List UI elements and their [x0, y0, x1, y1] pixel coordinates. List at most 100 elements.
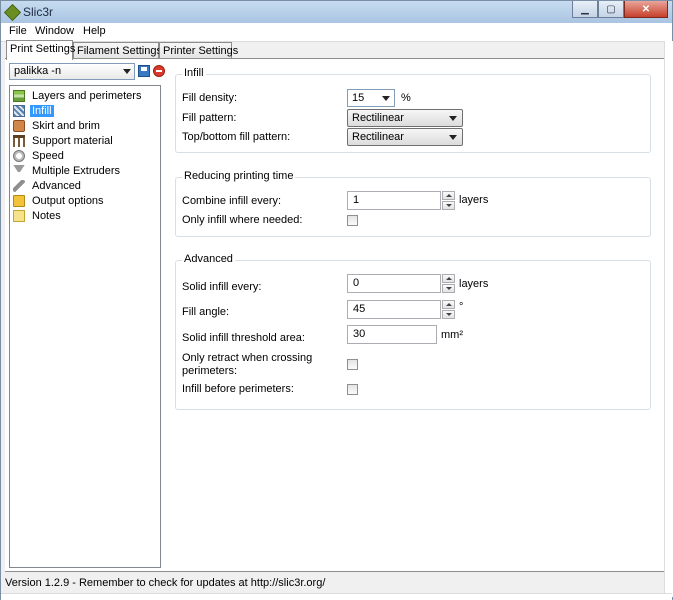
wrench-icon: [13, 179, 25, 192]
tab-printer-settings[interactable]: Printer Settings: [159, 42, 238, 59]
sidebar-item-label: Layers and perimeters: [32, 89, 142, 102]
maximize-button[interactable]: ▢: [598, 1, 624, 18]
chevron-down-icon: [449, 116, 457, 121]
fill-pattern-select[interactable]: Rectilinear: [347, 109, 463, 127]
sidebar-item-label: Skirt and brim: [32, 119, 100, 132]
tab-filament-settings[interactable]: Filament Settings: [73, 42, 162, 59]
infill-before-perimeters-checkbox[interactable]: [347, 384, 358, 395]
combine-infill-label: Combine infill every:: [182, 195, 282, 207]
minimize-button[interactable]: ▁: [572, 1, 598, 18]
solid-infill-threshold-input[interactable]: 30: [347, 325, 437, 344]
infill-icon: [13, 104, 25, 117]
support-icon: [13, 134, 25, 147]
sidebar-item-label: Support material: [32, 134, 113, 147]
sidebar-item-notes[interactable]: Notes: [13, 208, 63, 223]
spin-up-icon[interactable]: [442, 191, 455, 200]
solid-infill-threshold-label: Solid infill threshold area:: [182, 332, 305, 344]
top-bottom-fill-pattern-value: Rectilinear: [352, 131, 404, 143]
only-infill-where-needed-label: Only infill where needed:: [182, 214, 303, 226]
spinner-buttons[interactable]: [442, 300, 456, 319]
fill-pattern-label: Fill pattern:: [182, 112, 237, 124]
solid-infill-every-value: 0: [353, 277, 360, 289]
advanced-group: Advanced Solid infill every: 0 layers Fi…: [175, 253, 651, 410]
sidebar-item-skirt-and-brim[interactable]: Skirt and brim: [13, 118, 102, 133]
fill-density-value: 15: [352, 92, 365, 104]
only-retract-when-crossing-checkbox[interactable]: [347, 359, 358, 370]
spin-down-icon[interactable]: [442, 201, 455, 210]
sidebar-item-layers-and-perimeters[interactable]: Layers and perimeters: [13, 88, 143, 103]
slic3r-logo-icon: [4, 4, 21, 21]
status-bar: Version 1.2.9 - Remember to check for up…: [1, 574, 663, 593]
sidebar-item-label: Infill: [30, 104, 54, 117]
fill-angle-value: 45: [353, 303, 366, 315]
infill-before-perimeters-label: Infill before perimeters:: [182, 383, 294, 395]
fill-angle-label: Fill angle:: [182, 306, 230, 318]
spin-up-icon[interactable]: [442, 274, 455, 283]
window-scrollbar[interactable]: [664, 41, 673, 597]
sidebar-item-label: Notes: [32, 209, 61, 222]
fill-density-label: Fill density:: [182, 92, 238, 104]
reducing-printing-time-group: Reducing printing time Combine infill ev…: [175, 170, 651, 237]
tab-print-settings[interactable]: Print Settings: [6, 40, 75, 60]
sidebar-item-advanced[interactable]: Advanced: [13, 178, 83, 193]
chevron-down-icon: [123, 69, 131, 74]
sidebar-item-output-options[interactable]: Output options: [13, 193, 106, 208]
sidebar-item-speed[interactable]: Speed: [13, 148, 66, 163]
spinner-buttons[interactable]: [442, 191, 456, 210]
sidebar: palikka -n Layers and perimeters Infill …: [5, 59, 165, 571]
only-retract-label-line-2: perimeters:: [182, 365, 238, 377]
only-retract-when-crossing-label: Only retract when crossing perimeters:: [182, 352, 312, 378]
output-icon: [13, 194, 25, 207]
combine-infill-unit: layers: [459, 194, 489, 206]
save-preset-icon[interactable]: [138, 65, 150, 77]
only-retract-label-line-1: Only retract when crossing: [182, 352, 313, 364]
chevron-down-icon: [382, 96, 390, 101]
fill-pattern-value: Rectilinear: [352, 112, 404, 124]
group-title: Infill: [182, 67, 206, 79]
solid-infill-every-spinner[interactable]: 0: [347, 274, 455, 293]
fill-density-unit: %: [401, 92, 411, 104]
sidebar-item-label: Multiple Extruders: [32, 164, 121, 177]
solid-infill-every-unit: layers: [459, 278, 489, 290]
settings-content: Infill Fill density: 15 % Fill pattern: …: [171, 59, 661, 571]
group-title: Advanced: [182, 253, 235, 265]
sidebar-item-label: Advanced: [32, 179, 81, 192]
spin-down-icon[interactable]: [442, 310, 455, 319]
fill-angle-spinner[interactable]: 45: [347, 300, 455, 319]
solid-infill-threshold-value: 30: [353, 328, 366, 340]
window-controls: ▁ ▢ ✕: [572, 1, 668, 19]
skirt-icon: [13, 119, 25, 132]
speed-icon: [13, 149, 25, 162]
menu-file[interactable]: File: [9, 25, 27, 37]
sidebar-item-support-material[interactable]: Support material: [13, 133, 115, 148]
combine-infill-spinner[interactable]: 1: [347, 191, 455, 210]
sidebar-item-infill[interactable]: Infill: [13, 103, 54, 118]
spinner-buttons[interactable]: [442, 274, 456, 293]
sidebar-item-label: Output options: [32, 194, 104, 207]
top-bottom-fill-pattern-select[interactable]: Rectilinear: [347, 128, 463, 146]
window-bottom-edge: [1, 593, 672, 600]
extruder-icon: [13, 164, 25, 177]
solid-infill-every-label: Solid infill every:: [182, 281, 262, 293]
window-title: Slic3r: [23, 5, 54, 19]
chevron-down-icon: [449, 135, 457, 140]
settings-page-tree: Layers and perimeters Infill Skirt and b…: [9, 85, 161, 568]
notes-icon: [13, 209, 25, 222]
infill-group: Infill Fill density: 15 % Fill pattern: …: [175, 67, 651, 153]
delete-preset-icon[interactable]: [153, 65, 165, 77]
spin-up-icon[interactable]: [442, 300, 455, 309]
preset-select[interactable]: palikka -n: [9, 63, 135, 80]
sidebar-item-multiple-extruders[interactable]: Multiple Extruders: [13, 163, 122, 178]
menu-bar: File Window Help: [1, 23, 672, 42]
title-bar: Slic3r ▁ ▢ ✕: [1, 1, 672, 24]
group-title: Reducing printing time: [182, 170, 296, 182]
menu-help[interactable]: Help: [83, 25, 106, 37]
spin-down-icon[interactable]: [442, 284, 455, 293]
close-button[interactable]: ✕: [624, 1, 668, 18]
fill-density-combo[interactable]: 15: [347, 89, 395, 107]
menu-window[interactable]: Window: [35, 25, 74, 37]
solid-infill-threshold-unit: mm²: [441, 329, 463, 341]
only-infill-where-needed-checkbox[interactable]: [347, 215, 358, 226]
fill-angle-unit: °: [459, 301, 464, 313]
app-window: Slic3r ▁ ▢ ✕ File Window Help Print Sett…: [0, 0, 673, 600]
